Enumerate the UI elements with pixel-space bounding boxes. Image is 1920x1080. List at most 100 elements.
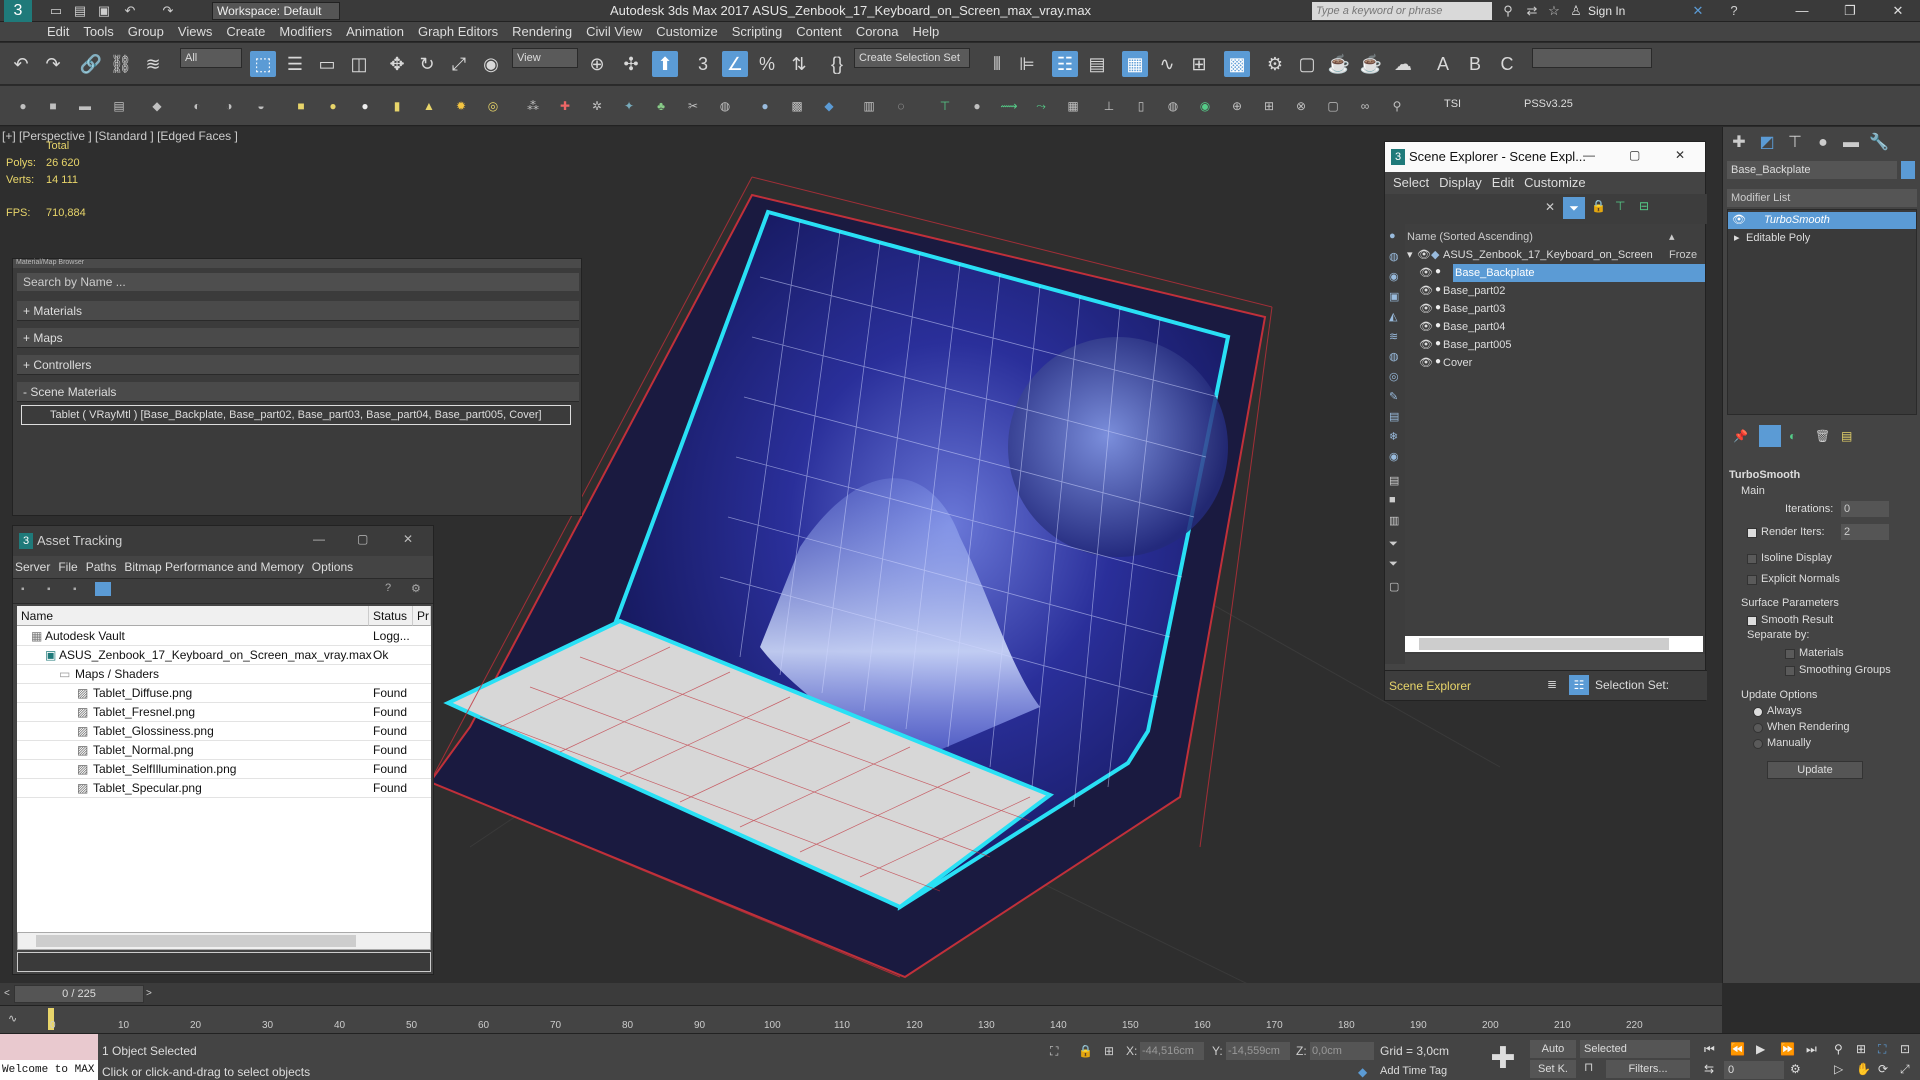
toolbar-tool-icon[interactable]: ▦ [1064,97,1082,115]
menu-views[interactable]: Views [171,22,219,42]
tree-item-base-part04[interactable]: Base_part04 [1405,318,1705,336]
table-row[interactable]: ▨ Tablet_Normal.png Found [17,741,431,760]
maximize-icon[interactable]: ▢ [357,532,368,546]
eye-icon[interactable]: 👁 [1732,212,1746,229]
user-icon[interactable]: ♙ [1568,3,1584,19]
material-editor-icon[interactable]: ▩ [1224,51,1250,77]
search-input[interactable]: Type a keyword or phrase [1312,2,1492,20]
field-of-view-icon[interactable]: ▷ [1834,1062,1843,1076]
toolbar-tool-icon[interactable]: ◆ [820,97,838,115]
isolate-selection-icon[interactable]: ⛶ [1050,1044,1058,1059]
geosphere-icon[interactable]: ● [356,97,374,115]
eye-icon[interactable]: 👁 [1419,284,1433,297]
x-coordinate-field[interactable]: -44,516cm [1140,1042,1204,1060]
group-controllers[interactable]: + Controllers [17,355,579,375]
smooth-result-checkbox[interactable] [1747,616,1757,626]
toggle-ribbon-icon[interactable]: ▦ [1122,51,1148,77]
explicit-normals-checkbox[interactable] [1747,575,1757,585]
time-slider[interactable]: < 0 / 225 > [0,983,1722,1005]
toolbar-tool-icon[interactable]: ◒ [252,97,270,115]
align-icon[interactable]: ⊫ [1014,51,1040,77]
edit-named-selection-icon[interactable]: {} [824,51,850,77]
toolbar-tool-icon[interactable]: ⊤ [936,97,954,115]
toolbar-tool-icon[interactable]: ◍ [1164,97,1182,115]
prev-frame-icon[interactable]: ⏪ [1730,1042,1745,1056]
selection-lock-icon[interactable]: 🔒 [1078,1044,1093,1058]
clear-search-icon[interactable]: ✕ [1545,200,1555,214]
make-unique-icon[interactable]: ◐ [1789,429,1796,443]
close-icon[interactable]: ✕ [403,532,413,546]
goto-end-icon[interactable]: ⏭ [1806,1042,1817,1057]
display-tab-icon[interactable]: ▬ [1839,131,1863,155]
toolbar-tool-icon[interactable]: ▢ [1324,97,1342,115]
add-time-tag-button[interactable]: Add Time Tag [1380,1065,1447,1077]
menu-customize[interactable]: Customize [649,22,724,42]
tree-item-base-backplate[interactable]: Base_Backplate [1453,264,1705,282]
table-row[interactable]: ▨ Tablet_Glossiness.png Found [17,722,431,741]
se-search-input[interactable] [1393,199,1541,219]
group-maps[interactable]: + Maps [17,328,579,348]
play-icon[interactable]: ▶ [1756,1042,1765,1056]
asset-view-icon[interactable]: ▪ [73,584,77,595]
workspace-dropdown[interactable]: Workspace: Default [212,2,340,20]
toolbar-tool-icon[interactable]: ♣ [652,97,670,115]
torus-icon[interactable]: ◎ [484,97,502,115]
menu-edit[interactable]: Edit [40,22,76,42]
menu-help[interactable]: Help [905,22,946,42]
menu-animation[interactable]: Animation [339,22,411,42]
asset-menu-options[interactable]: Options [312,560,353,574]
toolbar-tool-icon[interactable]: ▩ [788,97,806,115]
zoom-icon[interactable]: ⚲ [1834,1042,1843,1056]
tree-root[interactable]: ▾ 👁 ◆ ASUS_Zenbook_17_Keyboard_on_Screen [1405,246,1705,264]
menu-corona[interactable]: Corona [849,22,906,42]
tree-item-base-part03[interactable]: Base_part03 [1405,300,1705,318]
hierarchy-mode-icon[interactable]: ☷ [1569,675,1589,695]
toolbar-tool-icon[interactable]: ■ [44,97,62,115]
toolbar-tool-icon[interactable]: ◐ [188,97,206,115]
default-in-out-tangent-icon[interactable]: ✚ [1484,1040,1522,1078]
menu-content[interactable]: Content [789,22,849,42]
asset-view-icon[interactable]: ▪ [21,584,25,595]
toolbar-tool-icon[interactable]: ⊕ [1228,97,1246,115]
toolbar-tool-icon[interactable]: ⊞ [1260,97,1278,115]
stack-item-editable-poly[interactable]: ▸ Editable Poly [1728,230,1916,247]
create-tab-icon[interactable]: ✚ [1727,131,1751,155]
toolbar-tool-icon[interactable]: ▬ [76,97,94,115]
rendered-frame-window-icon[interactable]: ▢ [1294,51,1320,77]
display-lights-icon[interactable]: ◉ [1389,270,1399,283]
group-scene-materials[interactable]: - Scene Materials [17,382,579,402]
render-iters-checkbox[interactable] [1747,528,1757,538]
render-setup-icon[interactable]: ⚙ [1262,51,1288,77]
auto-key-button[interactable]: Auto [1530,1040,1576,1058]
se-menu-edit[interactable]: Edit [1492,175,1514,190]
iterations-spinner[interactable]: 0 [1841,501,1889,517]
toolbar-tool-icon[interactable]: ◉ [1196,97,1214,115]
binoculars-icon[interactable]: ⚲ [1500,3,1516,19]
object-name-field[interactable]: Base_Backplate [1727,161,1897,179]
when-rendering-radio[interactable] [1753,723,1763,733]
toolbar-tool-icon[interactable]: ● [14,97,32,115]
smoothing-groups-checkbox[interactable] [1785,666,1795,676]
rectangular-selection-icon[interactable]: ▭ [314,51,340,77]
z-coordinate-field[interactable]: 0,0cm [1310,1042,1374,1060]
unlink-icon[interactable]: ⛓ [108,51,134,77]
maximize-icon[interactable]: ▢ [1629,148,1640,162]
sphere-icon[interactable]: ● [324,97,342,115]
undo-icon[interactable]: ↶ [122,3,138,19]
hierarchy-tab-icon[interactable]: ⊤ [1783,131,1807,155]
curve-editor-icon[interactable]: ∿ [1154,51,1180,77]
asset-view-active-icon[interactable] [95,582,111,596]
key-mode-toggle-icon[interactable]: ⇆ [1704,1062,1714,1076]
display-bones-icon[interactable]: ✎ [1389,390,1398,403]
schematic-view-icon[interactable]: ⊞ [1186,51,1212,77]
display-all-icon[interactable]: ▤ [1389,474,1399,487]
selection-set-label[interactable]: Selection Set: [1595,678,1669,692]
filter-funnel-icon[interactable]: ⏷ [1389,538,1398,551]
table-row[interactable]: ▨ Tablet_Diffuse.png Found [17,684,431,703]
redo-icon[interactable]: ↷ [160,3,176,19]
display-containers-icon[interactable]: ▤ [1389,410,1399,423]
toolbar-tool-icon[interactable]: ▥ [860,97,878,115]
menu-create[interactable]: Create [219,22,272,42]
scale-icon[interactable]: ⤢ [446,51,472,77]
tsi-label[interactable]: TSI [1444,98,1461,110]
